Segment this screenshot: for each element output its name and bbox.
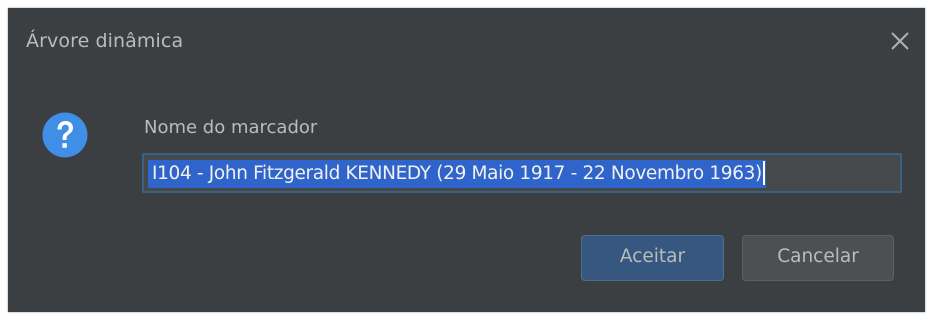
question-mark-icon	[41, 111, 89, 159]
text-caret	[762, 160, 765, 185]
dialog-titlebar: Árvore dinâmica	[8, 8, 925, 70]
accept-button[interactable]: Aceitar	[581, 235, 724, 281]
cancel-button[interactable]: Cancelar	[742, 235, 894, 281]
input-value: I104 - John Fitzgerald KENNEDY (29 Maio …	[152, 163, 762, 184]
bookmark-name-input[interactable]: I104 - John Fitzgerald KENNEDY (29 Maio …	[142, 153, 902, 193]
close-button[interactable]	[885, 26, 915, 56]
dialog: Árvore dinâmica Nome do marcador I104 - …	[8, 8, 925, 312]
dialog-title: Árvore dinâmica	[26, 30, 184, 52]
selected-input-text: I104 - John Fitzgerald KENNEDY (29 Maio …	[148, 160, 766, 188]
bookmark-name-label: Nome do marcador	[144, 117, 318, 138]
close-icon	[891, 32, 909, 50]
